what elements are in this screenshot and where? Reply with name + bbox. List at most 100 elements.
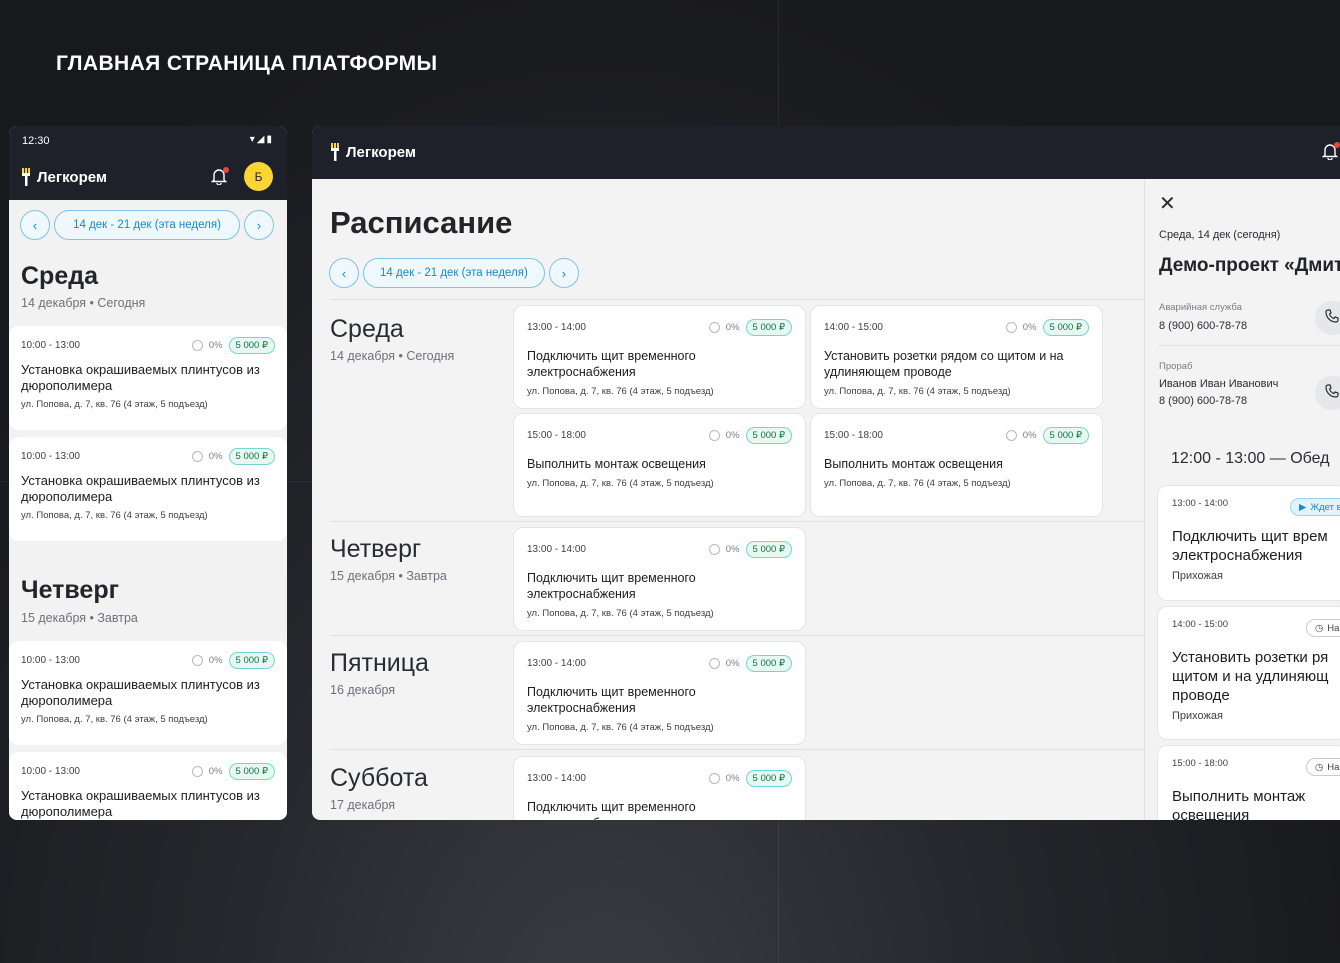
task-title: Подключить щит врем электроснабжения [1172,527,1332,565]
divider [330,749,1144,750]
task-title: Выполнить монтаж освещения [824,457,1003,471]
mobile-screen: 12:30 ▾◢▮ Легкорем Б ‹ 14 дек - 21 дек (… [9,126,287,820]
task-title: Установка окрашиваемых плинтусов из дюро… [21,788,260,819]
task-card[interactable]: 13:00 - 14:00 ▶ Ждет в Подключить щит вре… [1157,485,1340,601]
day-title: Среда [330,315,404,343]
day-subtitle: 16 декабря [330,683,396,697]
task-card[interactable]: 14:00 - 15:00 ◷ На Установить розетки ря щ… [1157,606,1340,740]
brand-logo[interactable]: Легкорем [330,143,416,161]
task-card[interactable]: 13:00 - 14:00 0% 5 000 ₽ Подключить щит вр… [513,527,806,631]
price-badge: 5 000 ₽ [1042,319,1089,336]
brand-logo[interactable]: Легкорем [21,168,107,186]
status-badge: ▶ Ждет в [1290,498,1340,516]
price-badge: 5 000 ₽ [1042,427,1089,444]
task-address: ул. Попова, д. 7, кв. 76 (4 этаж, 5 подъ… [527,478,714,489]
task-title: Подключить щит временного электроснабжен… [527,685,696,715]
task-progress: 0% [725,773,740,784]
task-title: Установка окрашиваемых плинтусов из дюро… [21,362,260,393]
task-title: Установить розетки ря щитом и на удлиняющ… [1172,648,1332,705]
task-progress: 0% [725,658,740,669]
contact-label: Аварийная служба [1159,302,1242,313]
brand-name: Легкорем [346,143,416,161]
day-subtitle: 17 декабря [330,798,396,812]
task-card[interactable]: 13:00 - 14:00 0% 5 000 ₽ Подключить щит вр… [513,641,806,745]
task-title: Установить розетки рядом со щитом и на у… [824,349,1064,379]
chevron-right-icon: › [561,265,566,281]
clock-icon: ◷ [1315,622,1324,634]
task-card[interactable]: 14:00 - 15:00 0% 5 000 ₽ Установить розетк… [810,305,1103,409]
task-title-line: освещения [1172,807,1250,820]
price-badge: 5 000 ₽ [745,319,792,336]
task-card[interactable]: 15:00 - 18:00 0% 5 000 ₽ Выполнить монтаж … [810,413,1103,517]
task-progress: 0% [725,430,740,441]
week-range-button[interactable]: 14 дек - 21 дек (эта неделя) [363,258,545,288]
phone-icon [1325,308,1339,328]
brush-icon [21,168,31,186]
status-badge: ◷ На [1306,758,1340,776]
close-icon[interactable]: ✕ [1159,191,1176,216]
notification-dot [1334,142,1340,148]
task-address: ул. Попова, д. 7, кв. 76 (4 этаж, 5 подъ… [21,510,208,521]
call-button[interactable] [1315,301,1340,335]
brand-name: Легкорем [37,168,107,186]
task-title-line: проводе [1172,687,1230,704]
next-week-button[interactable]: › [244,210,274,240]
task-time: 13:00 - 14:00 [527,658,586,669]
bell-icon[interactable] [210,167,229,190]
task-address: ул. Попова, д. 7, кв. 76 (4 этаж, 5 подъ… [21,399,208,410]
task-time: 15:00 - 18:00 [824,430,883,441]
contact-phone: 8 (900) 600-78-78 [1159,320,1248,332]
schedule-main: Расписание ‹ 14 дек - 21 дек (эта неделя… [312,179,1144,820]
task-progress: 0% [208,766,223,777]
task-card[interactable]: 13:00 - 14:00 0% 5 000 ₽ Подключить щит вр… [513,305,806,409]
panel-date: Среда, 14 дек (сегодня) [1159,229,1281,241]
next-week-button[interactable]: › [548,258,579,288]
prev-week-button[interactable]: ‹ [329,258,359,288]
chevron-left-icon: ‹ [32,217,38,233]
contact-phone: 8 (900) 600-78-78 [1159,395,1248,407]
bell-icon[interactable] [1321,142,1340,165]
task-time: 10:00 - 13:00 [21,766,80,777]
task-time: 13:00 - 14:00 [527,322,586,333]
play-icon: ▶ [1299,501,1307,513]
task-address: ул. Попова, д. 7, кв. 76 (4 этаж, 5 подъ… [824,478,1011,489]
task-card[interactable]: 10:00 - 13:00 0% 5 000 ₽ Установка окраши… [9,437,287,541]
price-badge: 5 000 ₽ [745,770,792,787]
task-card[interactable]: 10:00 - 13:00 0% 5 000 ₽ Установка окраши… [9,641,287,745]
task-title: Установка окрашиваемых плинтусов из дюро… [21,473,260,504]
price-badge: 5 000 ₽ [228,652,275,669]
divider [330,299,1144,300]
avatar[interactable]: Б [244,162,273,191]
task-address: ул. Попова, д. 7, кв. 76 (4 этаж, 5 подъ… [527,722,714,733]
price-badge: 5 000 ₽ [745,427,792,444]
task-card[interactable]: 10:00 - 13:00 0% 5 000 ₽ Установка окраши… [9,752,287,820]
task-title: Выполнить монтаж освещения [527,457,706,471]
divider [330,521,1144,522]
task-progress: 0% [208,340,223,351]
task-title-line: Установить розетки ря [1172,649,1329,666]
task-card[interactable]: 15:00 - 18:00 0% 5 000 ₽ Выполнить монтаж … [513,413,806,517]
project-side-panel: ✕ Среда, 14 дек (сегодня) Демо-проект «Д… [1144,179,1340,820]
week-range-button[interactable]: 14 дек - 21 дек (эта неделя) [54,210,240,240]
task-time: 10:00 - 13:00 [21,451,80,462]
task-card[interactable]: 13:00 - 14:00 0% 5 000 ₽ Подключить щит вр… [513,756,806,820]
task-time: 13:00 - 14:00 [527,544,586,555]
project-title: Демо-проект «Дмит [1159,255,1340,276]
task-card[interactable]: 10:00 - 13:00 0% 5 000 ₽ Установка окраши… [9,326,287,430]
call-button[interactable] [1315,376,1340,410]
page-heading: Расписание [330,205,513,240]
phone-icon [1325,383,1339,403]
mobile-header: 12:30 ▾◢▮ Легкорем Б [9,126,287,200]
task-progress: 0% [725,544,740,555]
task-card[interactable]: 15:00 - 18:00 ◷ На Выполнить монтаж освеще… [1157,745,1340,820]
divider [1159,345,1340,346]
task-title: Подключить щит временного электроснабжен… [527,349,696,379]
notification-dot [223,167,229,173]
progress-icon [708,658,720,669]
price-badge: 5 000 ₽ [228,763,275,780]
task-progress: 0% [725,322,740,333]
task-room: Прихожая [1172,570,1223,582]
desktop-header: Легкорем [312,126,1340,179]
chevron-right-icon: › [256,217,262,233]
prev-week-button[interactable]: ‹ [20,210,50,240]
